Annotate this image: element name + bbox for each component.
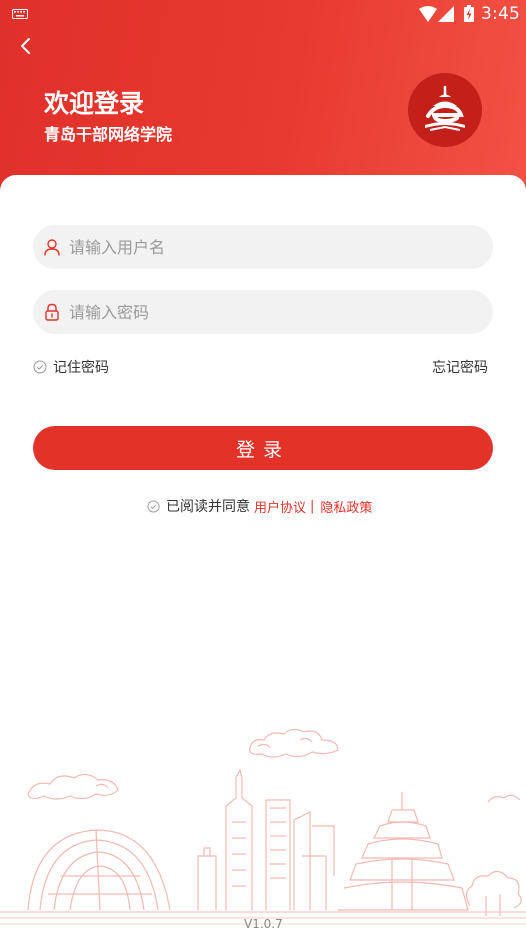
username-input[interactable] (69, 225, 479, 269)
user-agreement-link[interactable]: 用户协议 (254, 497, 306, 516)
back-button[interactable] (14, 34, 38, 58)
app-version: V1.0.7 (244, 917, 283, 931)
agreement-check-icon[interactable] (147, 499, 160, 513)
agreement-row: 已阅读并同意 用户协议 | 隐私政策 (147, 497, 372, 516)
login-button[interactable]: 登录 (33, 426, 493, 470)
forgot-password-link[interactable]: 忘记密码 (432, 357, 488, 377)
logo-emblem-icon (425, 85, 465, 131)
app-logo (408, 73, 482, 147)
city-skyline-illustration (0, 728, 526, 925)
remember-password-label: 记住密码 (53, 360, 109, 376)
username-field[interactable] (33, 225, 493, 269)
wifi-icon (419, 6, 437, 22)
page-subtitle: 青岛干部网络学院 (44, 125, 173, 144)
battery-icon (464, 5, 474, 22)
password-input[interactable] (69, 290, 479, 334)
agreement-separator: | (310, 498, 315, 514)
user-icon (44, 239, 60, 256)
signal-icon (438, 6, 454, 22)
status-clock: 3:45 (481, 4, 520, 24)
lock-icon (45, 303, 59, 321)
page-title: 欢迎登录 (44, 89, 145, 118)
keyboard-icon (12, 9, 28, 19)
remember-password-toggle[interactable]: 记住密码 (33, 357, 109, 377)
password-field[interactable] (33, 290, 493, 334)
check-circle-icon (33, 360, 47, 374)
privacy-policy-link[interactable]: 隐私政策 (320, 497, 372, 516)
status-bar: 3:45 (0, 0, 526, 28)
agreement-prefix: 已阅读并同意 (166, 499, 250, 515)
